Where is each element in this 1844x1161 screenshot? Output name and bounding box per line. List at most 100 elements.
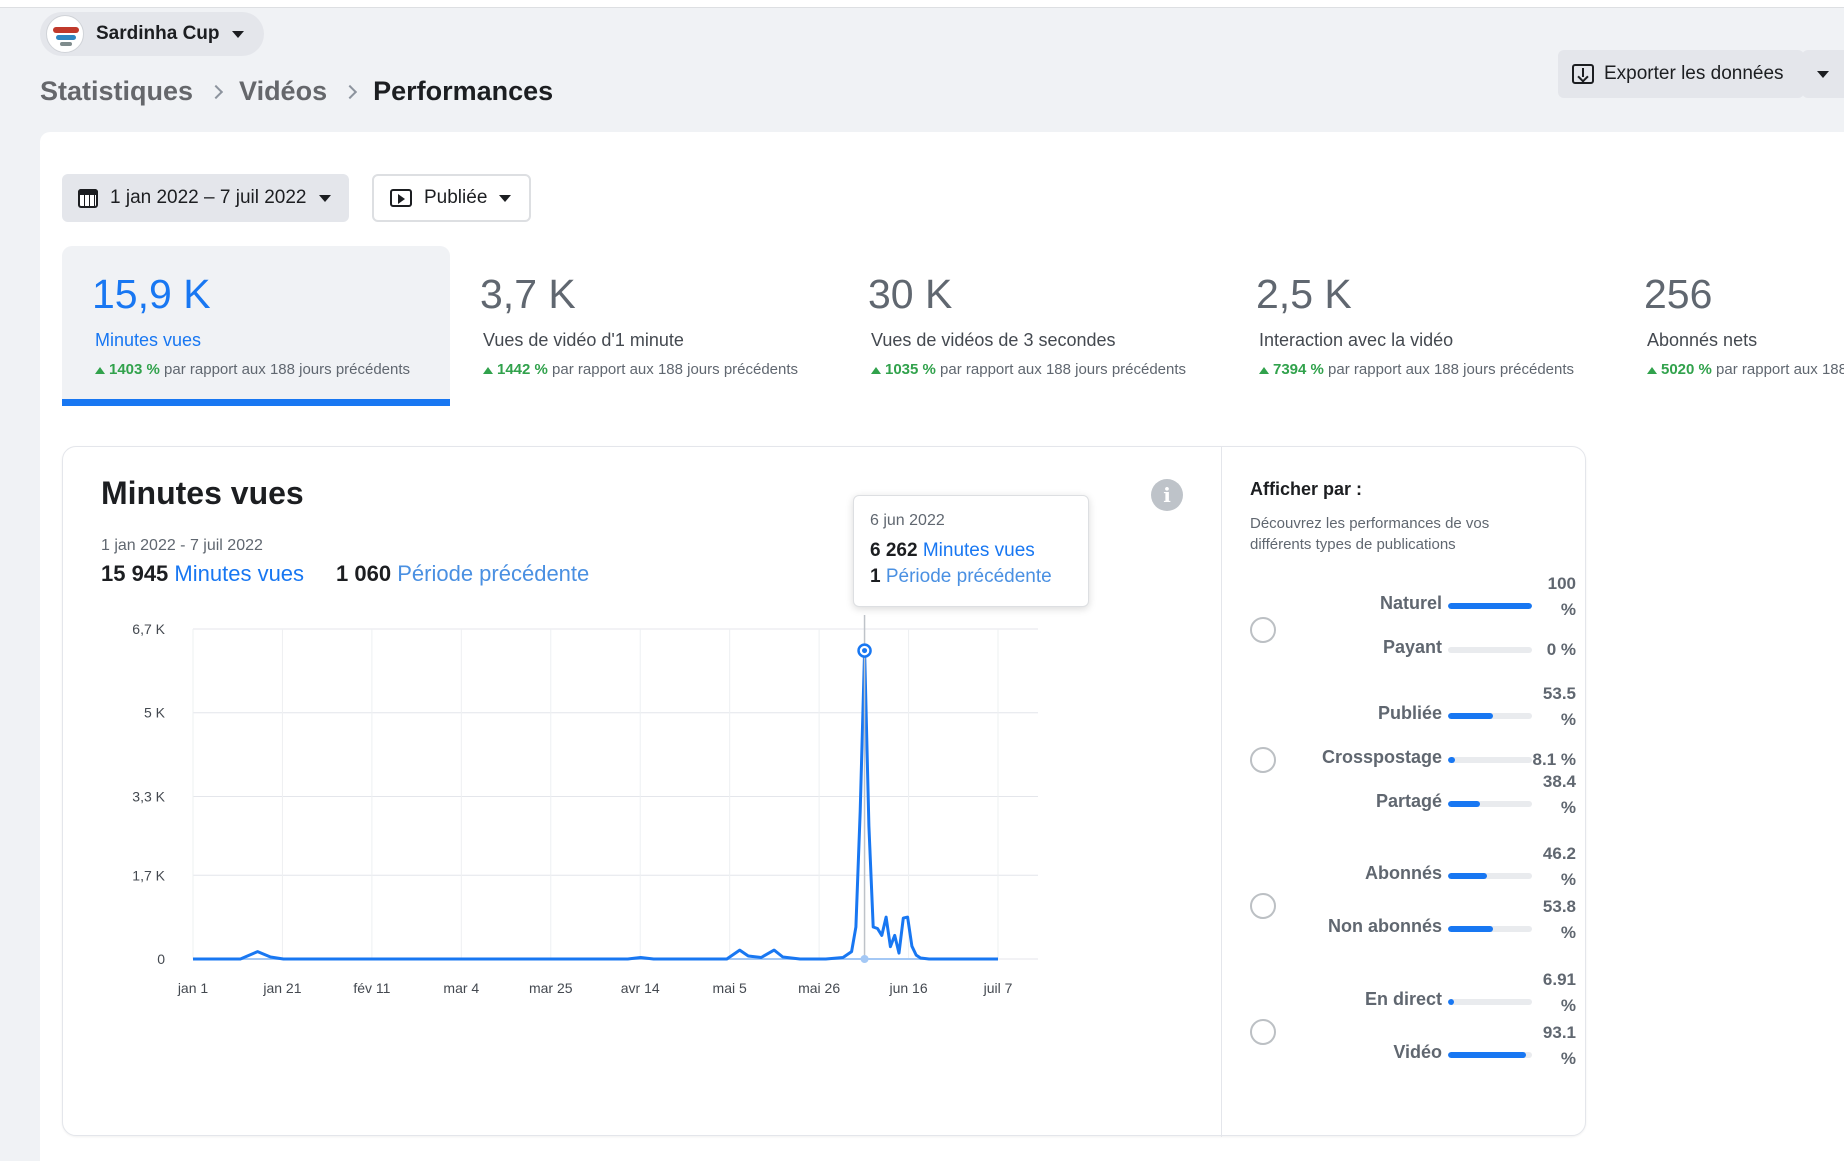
chart-date-range: 1 jan 2022 - 7 juil 2022 [101, 537, 263, 554]
chart-panel: Minutes vues i 1 jan 2022 - 7 juil 2022 … [62, 446, 1587, 1137]
page-name: Sardinha Cup [96, 23, 220, 44]
chevron-down-icon [318, 194, 331, 202]
breakdown-row: Non abonnés 53.8 % [1327, 897, 1576, 942]
total-previous: 1 060 Période précédente [336, 561, 590, 586]
breadcrumb-performances: Performances [373, 76, 554, 106]
page-switcher[interactable]: Sardinha Cup [40, 12, 264, 56]
chevron-down-icon [499, 194, 512, 202]
x-tick-label: mar 25 [529, 980, 573, 996]
breakdown-bar [1448, 1052, 1527, 1058]
kpi-value: 30 K [868, 271, 953, 317]
performance-card: 1 jan 2022 – 7 juil 2022 Publiée 15,9 K … [40, 132, 1844, 1161]
arrow-up-icon [1647, 367, 1657, 374]
kpi-change: 5020 % par rapport aux 188 jours précéde… [1644, 361, 1844, 378]
y-tick-label: 6,7 K [132, 621, 165, 637]
chart-totals: 15 945 Minutes vues 1 060 Période précéd… [101, 561, 589, 587]
publication-filter[interactable]: Publiée [372, 174, 532, 222]
breakdown-row: Naturel 100 % [1379, 574, 1576, 619]
breadcrumb-videos[interactable]: Vidéos [239, 76, 327, 107]
publication-filter-label: Publiée [424, 187, 488, 208]
kpi-tab-minutes-vues[interactable]: 15,9 K Minutes vues 1403 % par rapport a… [62, 246, 450, 406]
y-tick-label: 3,3 K [132, 788, 165, 804]
breakdown-bar [1448, 926, 1494, 932]
kpi-label: Vues de vidéo d'1 minute [483, 330, 684, 350]
kpi-change: 1442 % par rapport aux 188 jours précéde… [480, 361, 838, 378]
calendar-icon [78, 188, 98, 208]
x-tick-label: fév 11 [353, 980, 390, 996]
breakdown-row: Payant 0 % [1382, 637, 1576, 659]
series-line-minutes-vues [193, 649, 998, 961]
kpi-value: 15,9 K [92, 271, 211, 317]
total-current: 15 945 Minutes vues [101, 561, 305, 586]
breakdown-row: Vidéo 93.1 % [1393, 1023, 1576, 1068]
kpi-value: 2,5 K [1256, 271, 1352, 317]
top-bar [0, 0, 1844, 8]
hover-point-dot [862, 648, 868, 654]
line-chart[interactable]: 0 1,7 K 3,3 K 5 K 6,7 K jan 1 jan 21 fév 11 mar … [93, 597, 1103, 997]
chevron-right-icon [343, 84, 358, 99]
kpi-tabs: 15,9 K Minutes vues 1403 % par rapport a… [62, 246, 1844, 406]
y-tick-label: 0 [157, 951, 165, 967]
y-tick-label: 5 K [144, 705, 166, 721]
arrow-up-icon [483, 367, 493, 374]
date-range-picker[interactable]: 1 jan 2022 – 7 juil 2022 [62, 174, 349, 222]
x-tick-label: mar 4 [443, 980, 479, 996]
arrow-up-icon [95, 367, 105, 374]
radio-content-format[interactable] [1250, 1019, 1276, 1045]
breakdown-row: Publiée 53.5 % [1377, 684, 1576, 729]
x-tick-label: juil 7 [983, 980, 1013, 996]
breakdown-panel: Afficher par : Découvrez les performance… [1221, 447, 1587, 1137]
kpi-tab-abonnes-nets[interactable]: 256 Abonnés nets 5020 % par rapport aux … [1614, 246, 1844, 406]
chart-tooltip: 6 jun 2022 6 262 Minutes vues 1 Période … [853, 495, 1089, 607]
x-tick-label: jan 1 [177, 980, 209, 996]
kpi-change: 7394 % par rapport aux 188 jours précéde… [1256, 361, 1614, 378]
arrow-up-icon [871, 367, 881, 374]
kpi-tab-vues-1-minute[interactable]: 3,7 K Vues de vidéo d'1 minute 1442 % pa… [450, 246, 838, 406]
export-data-button[interactable]: Exporter les données [1558, 50, 1804, 98]
export-options-button[interactable] [1802, 50, 1844, 98]
breakdown-description: Découvrez les performances de vos différ… [1250, 515, 1490, 553]
date-range-label: 1 jan 2022 – 7 juil 2022 [110, 187, 307, 208]
chevron-right-icon [208, 84, 224, 99]
kpi-tab-vues-3-secondes[interactable]: 30 K Vues de vidéos de 3 secondes 1035 %… [838, 246, 1226, 406]
kpi-label: Minutes vues [95, 330, 202, 350]
tooltip-previous: 1 Période précédente [870, 566, 1052, 587]
info-icon[interactable]: i [1151, 479, 1183, 511]
breakdown-row: Crosspostage 8.1 % [1321, 747, 1576, 769]
breakdown-bar [1448, 873, 1487, 879]
kpi-change: 1403 % par rapport aux 188 jours précéde… [92, 361, 450, 378]
breakdown-bar [1448, 757, 1455, 763]
tooltip-current: 6 262 Minutes vues [870, 540, 1035, 561]
radio-paid-vs-organic[interactable] [1250, 617, 1276, 643]
chevron-down-icon [231, 30, 244, 38]
breadcrumb-statistiques[interactable]: Statistiques [40, 76, 193, 107]
x-tick-label: mai 5 [713, 980, 747, 996]
kpi-label: Interaction avec la vidéo [1259, 330, 1454, 350]
kpi-change: 1035 % par rapport aux 188 jours précéde… [868, 361, 1226, 378]
breakdown-row: En direct 6.91 % [1364, 970, 1576, 1015]
x-tick-label: avr 14 [621, 980, 660, 996]
radio-followers[interactable] [1250, 893, 1276, 919]
breakdown-bar [1448, 801, 1481, 807]
x-tick-label: jun 16 [888, 980, 927, 996]
page-avatar [46, 15, 84, 53]
tooltip-date: 6 jun 2022 [870, 512, 945, 529]
breakdown-row: Partagé 38.4 % [1375, 772, 1576, 817]
radio-post-type[interactable] [1250, 747, 1276, 773]
x-tick-label: jan 21 [262, 980, 301, 996]
kpi-label: Abonnés nets [1647, 330, 1758, 350]
breakdown-bar [1448, 999, 1454, 1005]
export-data-label: Exporter les données [1604, 63, 1784, 84]
breakdown-title: Afficher par : [1250, 479, 1363, 499]
breakdown-row: Abonnés 46.2 % [1364, 844, 1576, 889]
arrow-up-icon [1259, 367, 1269, 374]
chevron-down-icon [1817, 70, 1829, 78]
kpi-tab-interaction[interactable]: 2,5 K Interaction avec la vidéo 7394 % p… [1226, 246, 1614, 406]
y-tick-label: 1,7 K [132, 867, 165, 883]
chart-title: Minutes vues [101, 475, 304, 511]
video-icon [390, 189, 412, 207]
download-icon [1572, 64, 1594, 84]
breakdown-bar [1448, 713, 1493, 719]
hover-point-previous [860, 955, 869, 963]
x-tick-label: mai 26 [798, 980, 840, 996]
